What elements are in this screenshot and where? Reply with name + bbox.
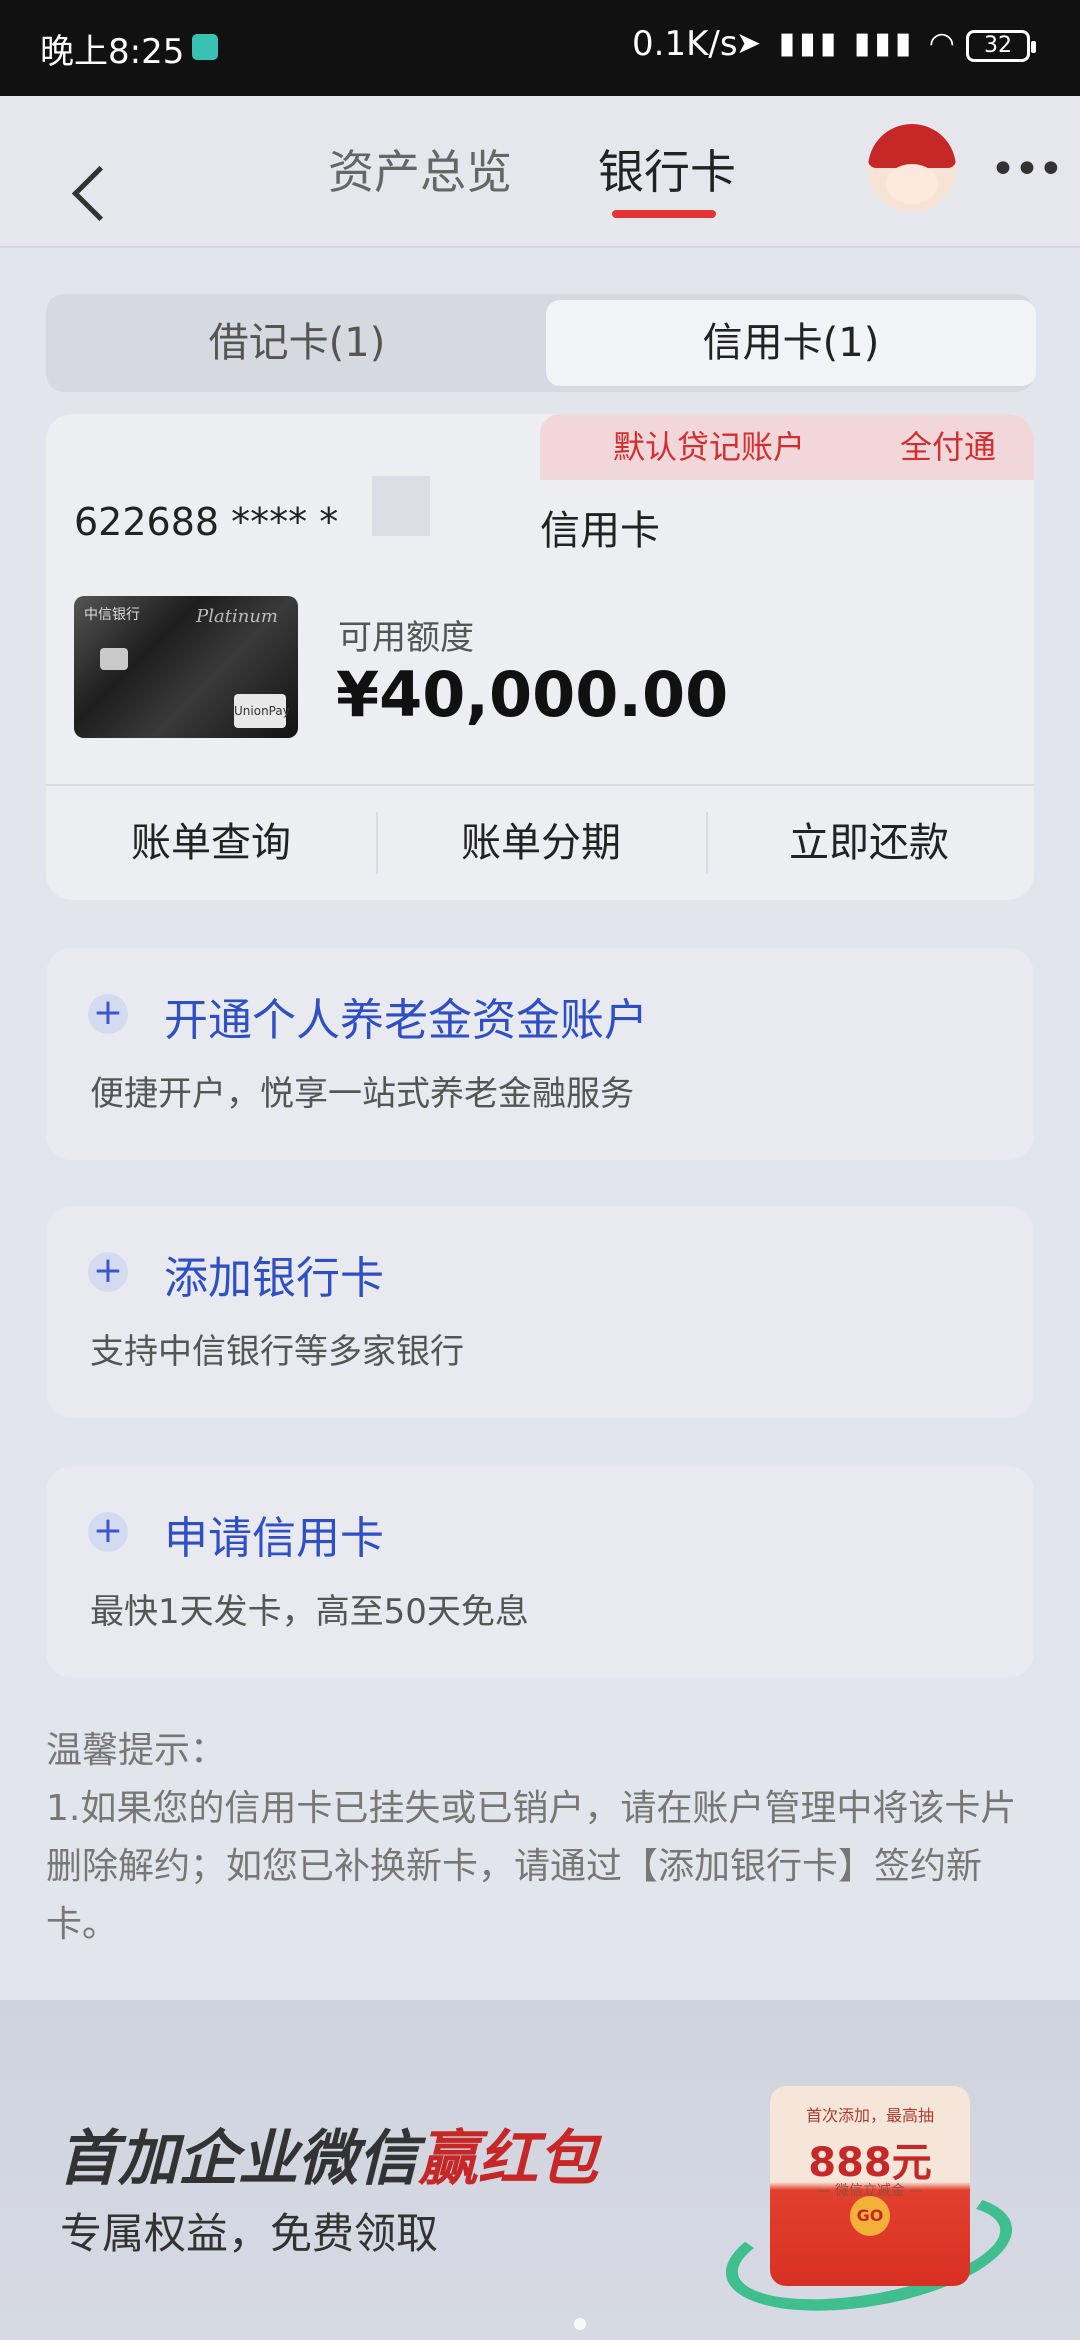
- banner-subtitle: 专属权益，免费领取: [60, 2209, 439, 2258]
- active-tab-indicator: [612, 210, 716, 218]
- tab-debit-card[interactable]: 借记卡(1): [52, 300, 542, 386]
- tab-asset-overview[interactable]: 资产总览: [328, 136, 512, 202]
- tab-credit-card[interactable]: 信用卡(1): [546, 300, 1036, 386]
- card-chip-icon: [100, 648, 128, 670]
- banner-title: 首加企业微信赢红包: [58, 2110, 598, 2197]
- available-credit-label: 可用额度: [338, 618, 474, 658]
- panel-title: 申请信用卡: [164, 1513, 384, 1564]
- bill-query-button[interactable]: 账单查询: [46, 786, 376, 900]
- app-notification-icon: [192, 34, 218, 60]
- tips-section: 温馨提示： 1.如果您的信用卡已挂失或已销户，请在账户管理中将该卡片删除解约；如…: [46, 1722, 1036, 1954]
- avatar[interactable]: [868, 124, 956, 212]
- panel-title: 添加银行卡: [164, 1253, 384, 1304]
- card-number: 622688 **** *: [74, 500, 339, 544]
- card-tier: Platinum: [196, 606, 278, 627]
- repay-now-button[interactable]: 立即还款: [704, 786, 1034, 900]
- panel-subtitle: 支持中信银行等多家银行: [90, 1332, 464, 1372]
- status-bar: 晚上8:25 0.1K/s ➤ ▮▮▮ ▮▮▮ ◠ 32: [0, 0, 1080, 96]
- red-packet-icon: 首次添加，最高抽 888元 — 微信立减金 — GO: [770, 2086, 970, 2286]
- panel-title: 开通个人养老金资金账户: [164, 995, 648, 1046]
- back-arrow-icon: [71, 165, 128, 222]
- banner-title-main: 首加企业微信: [58, 2124, 418, 2194]
- pension-account-panel[interactable]: + 开通个人养老金资金账户 便捷开户，悦享一站式养老金融服务: [46, 948, 1034, 1160]
- banner-title-highlight: 赢红包: [418, 2124, 598, 2194]
- default-account-badge: 默认贷记账户: [540, 414, 878, 480]
- top-nav: 资产总览 银行卡 •••: [0, 96, 1080, 248]
- bill-installment-button[interactable]: 账单分期: [376, 786, 706, 900]
- more-icon[interactable]: •••: [990, 148, 1064, 192]
- card-image: 中信银行 Platinum UnionPay 银联: [74, 596, 298, 738]
- red-packet-caption: 首次添加，最高抽: [805, 2106, 934, 2125]
- panel-subtitle: 最快1天发卡，高至50天免息: [90, 1592, 529, 1632]
- battery-icon: 32: [966, 30, 1036, 62]
- status-time: 晚上8:25: [40, 32, 185, 72]
- card-bank-name: 中信银行: [84, 607, 140, 623]
- page-indicator: [574, 2318, 586, 2330]
- avatar-hat: [868, 124, 956, 168]
- masked-digits: [372, 476, 430, 536]
- unionpay-logo: UnionPay 银联: [234, 694, 290, 728]
- quanfutong-badge: 全付通: [862, 414, 1034, 480]
- plus-icon: +: [88, 994, 128, 1034]
- available-credit-amount: ¥40,000.00: [336, 658, 729, 731]
- apply-credit-card-panel[interactable]: + 申请信用卡 最快1天发卡，高至50天免息: [46, 1466, 1034, 1678]
- plus-icon: +: [88, 1512, 128, 1552]
- promo-banner[interactable]: 首加企业微信赢红包 专属权益，免费领取 首次添加，最高抽 888元 — 微信立减…: [0, 2000, 1080, 2340]
- card-type-label: 信用卡: [540, 508, 660, 554]
- credit-card-panel[interactable]: 默认贷记账户 全付通 622688 **** * 信用卡 中信银行 Platin…: [46, 414, 1034, 900]
- network-speed: 0.1K/s: [632, 24, 738, 64]
- tab-bank-card[interactable]: 银行卡: [598, 136, 736, 202]
- plus-icon: +: [88, 1252, 128, 1292]
- signal-wifi-icon: ➤ ▮▮▮ ▮▮▮ ◠: [736, 26, 959, 61]
- panel-subtitle: 便捷开户，悦享一站式养老金融服务: [90, 1074, 634, 1114]
- card-type-switcher: 借记卡(1) 信用卡(1): [46, 294, 1036, 392]
- add-bank-card-panel[interactable]: + 添加银行卡 支持中信银行等多家银行: [46, 1206, 1034, 1418]
- tips-title: 温馨提示：: [46, 1730, 227, 1771]
- tips-text: 1.如果您的信用卡已挂失或已销户，请在账户管理中将该卡片删除解约；如您已补换新卡…: [46, 1788, 1017, 1945]
- avatar-face: [886, 164, 938, 204]
- back-button[interactable]: [30, 126, 128, 222]
- go-button[interactable]: GO: [850, 2196, 890, 2236]
